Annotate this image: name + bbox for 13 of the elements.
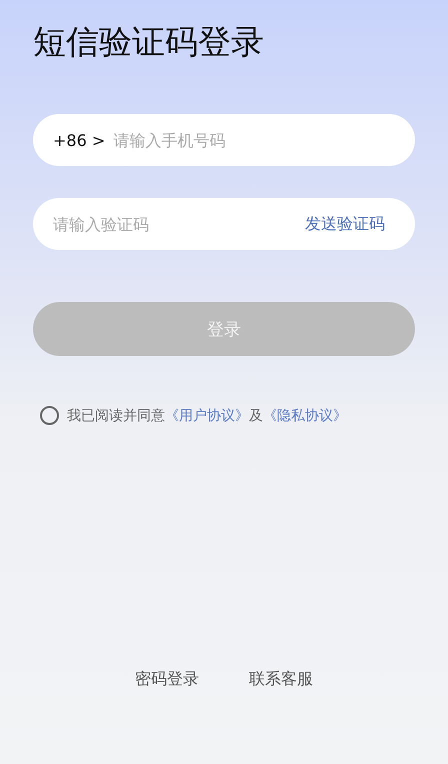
privacy-agreement-link[interactable]: 《隐私协议》	[263, 408, 347, 424]
agreement-text: 我已阅读并同意《用户协议》及《隐私协议》	[67, 406, 347, 424]
send-code-button[interactable]: 发送验证码	[305, 214, 395, 234]
phone-input[interactable]: 请输入手机号码	[113, 130, 395, 150]
code-input[interactable]: 请输入验证码	[53, 214, 305, 234]
phone-field[interactable]: +86 > 请输入手机号码	[33, 114, 415, 166]
agreement-checkbox[interactable]	[40, 406, 59, 425]
user-agreement-link[interactable]: 《用户协议》	[165, 408, 249, 424]
footer-link[interactable]: 联系客服	[249, 669, 313, 690]
page-title: 短信验证码登录	[33, 21, 265, 63]
footer-link[interactable]: 密码登录	[135, 669, 199, 690]
code-field[interactable]: 请输入验证码 发送验证码	[33, 198, 415, 250]
country-code-selector[interactable]: +86 >	[53, 130, 106, 150]
